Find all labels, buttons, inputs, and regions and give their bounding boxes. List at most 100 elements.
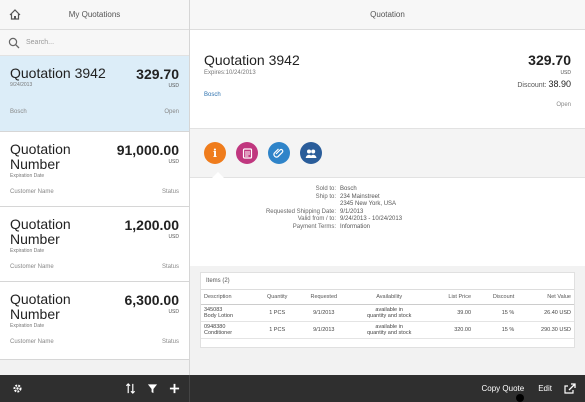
table-row[interactable]: 0948380 Conditioner 1 PCS 9/1/2013 availa… [201, 321, 574, 339]
item-status: Status [161, 339, 179, 345]
tab-contacts[interactable] [300, 142, 322, 164]
tab-notes[interactable] [236, 142, 258, 164]
cell-discount: 15 % [474, 321, 518, 339]
table-row[interactable]: 345083 Body Lotion 1 PCS 9/1/2013 availab… [201, 304, 574, 322]
list-item[interactable]: Quotation Number Expiration Date 91,000.… [0, 132, 189, 207]
tab-attachments[interactable] [268, 142, 290, 164]
notes-icon [242, 147, 252, 159]
item-title: Quotation Number [10, 141, 71, 172]
discount-label: Discount: [517, 82, 547, 89]
item-status: Status [161, 189, 179, 195]
paperclip-icon [273, 148, 284, 158]
item-title: Quotation Number [10, 291, 71, 322]
item-currency: USD [168, 234, 179, 240]
filter-icon [147, 384, 157, 394]
item-amount: 6,300.00 [124, 292, 180, 308]
item-customer: Bosch [10, 109, 27, 115]
availability-line: quantity and stock [367, 313, 412, 319]
item-amount: 1,200.00 [124, 217, 180, 233]
info-value: 2345 New York, USA [340, 201, 397, 207]
column-header: Discount [474, 290, 518, 305]
availability-line: quantity and stock [367, 330, 412, 336]
item-title: Quotation 3942 [10, 65, 106, 81]
info-value: 234 Mainstreet [340, 193, 380, 200]
item-currency: USD [168, 159, 179, 165]
object-amount: 329.70 [528, 52, 571, 68]
info-row: 2345 New York, USA [190, 201, 585, 209]
detail-title: Quotation [190, 0, 585, 30]
item-customer: Customer Name [10, 189, 54, 195]
people-icon [305, 149, 317, 158]
items-table: Description Quantity Requested Availabil… [201, 290, 574, 339]
settings-button[interactable] [6, 375, 28, 402]
object-header: Quotation 3942 Expires:10/24/2013 Bosch … [190, 30, 585, 128]
app: My Quotations Search... Quotation 3942 9… [0, 0, 585, 402]
info-row: Payment Terms: Information [190, 224, 585, 232]
item-date: 9/24/2013 [10, 82, 33, 88]
icon-tab-bar: i [190, 128, 585, 178]
item-customer: Customer Name [10, 339, 54, 345]
search-icon [8, 37, 20, 48]
item-currency: USD [168, 83, 179, 89]
sort-button[interactable] [119, 375, 141, 402]
item-customer: Customer Name [10, 264, 54, 270]
cell-description: 345083 Body Lotion [201, 304, 257, 322]
object-title: Quotation 3942 [204, 52, 300, 68]
object-status: Open [556, 102, 571, 108]
cell-quantity: 1 PCS [256, 304, 299, 322]
info-value: Information [340, 223, 371, 230]
cell-availability: available in quantity and stock [349, 304, 429, 322]
mouse-cursor [516, 394, 524, 402]
cell-description: 0948380 Conditioner [201, 321, 257, 339]
item-title: Quotation Number [10, 216, 71, 247]
share-button[interactable] [559, 375, 581, 402]
product-name: Conditioner [204, 330, 233, 336]
info-label: Valid from / to: [297, 216, 336, 222]
list-item[interactable]: Quotation 3942 9/24/2013 329.70 USD Bosc… [0, 56, 189, 132]
info-value: 9/24/2013 - 10/24/2013 [340, 216, 403, 222]
object-expires: Expires:10/24/2013 [204, 70, 256, 76]
product-name: Body Lotion [204, 313, 234, 319]
home-icon[interactable] [0, 9, 30, 20]
cell-quantity: 1 PCS [256, 321, 299, 339]
column-header: Quantity [256, 290, 299, 305]
item-date: Expiration Date [10, 323, 45, 329]
master-footer [0, 375, 190, 402]
item-currency: USD [168, 309, 179, 315]
info-value: Bosch [340, 186, 357, 192]
gear-icon [12, 384, 22, 393]
selected-tab-indicator [212, 172, 224, 178]
object-currency: USD [560, 70, 571, 76]
list-item[interactable]: Quotation Number Expiration Date 1,200.0… [0, 207, 189, 282]
cell-availability: available in quantity and stock [349, 321, 429, 339]
master-title: My Quotations [68, 10, 121, 19]
list-item[interactable]: Quotation Number Expiration Date 6,300.0… [0, 282, 189, 360]
filter-button[interactable] [141, 375, 163, 402]
plus-icon [169, 383, 179, 394]
info-label: Ship to: [315, 193, 336, 200]
info-row: Valid from / to: 9/24/2013 - 10/24/2013 [190, 216, 585, 224]
column-header: Availability [349, 290, 429, 305]
discount-value: 38.90 [548, 79, 571, 89]
master-pane: My Quotations Search... Quotation 3942 9… [0, 0, 190, 375]
copy-quote-button[interactable]: Copy Quote [475, 384, 532, 393]
edit-button[interactable]: Edit [531, 384, 559, 393]
info-section: Sold to: Bosch Ship to: 234 Mainstreet 234… [190, 178, 585, 262]
add-button[interactable] [163, 375, 185, 402]
info-label: Requested Shipping Date: [265, 208, 336, 215]
object-customer-link[interactable]: Bosch [204, 92, 571, 98]
info-label: Payment Terms: [292, 223, 336, 230]
info-value: 9/1/2013 [340, 208, 364, 215]
tab-info[interactable]: i [204, 142, 226, 164]
cell-list-price: 320.00 [428, 321, 475, 339]
object-discount: Discount: 38.90 [517, 79, 571, 89]
item-amount: 329.70 [136, 66, 179, 82]
search-field[interactable]: Search... [0, 30, 189, 56]
share-icon [564, 383, 576, 394]
items-section: Items (2) Description Quantity Requested… [190, 266, 585, 375]
search-placeholder: Search... [26, 39, 55, 46]
column-header: Description [201, 290, 257, 305]
cell-requested: 9/1/2013 [298, 304, 350, 322]
column-header: Requested [298, 290, 350, 305]
info-label: Sold to: [315, 186, 336, 192]
